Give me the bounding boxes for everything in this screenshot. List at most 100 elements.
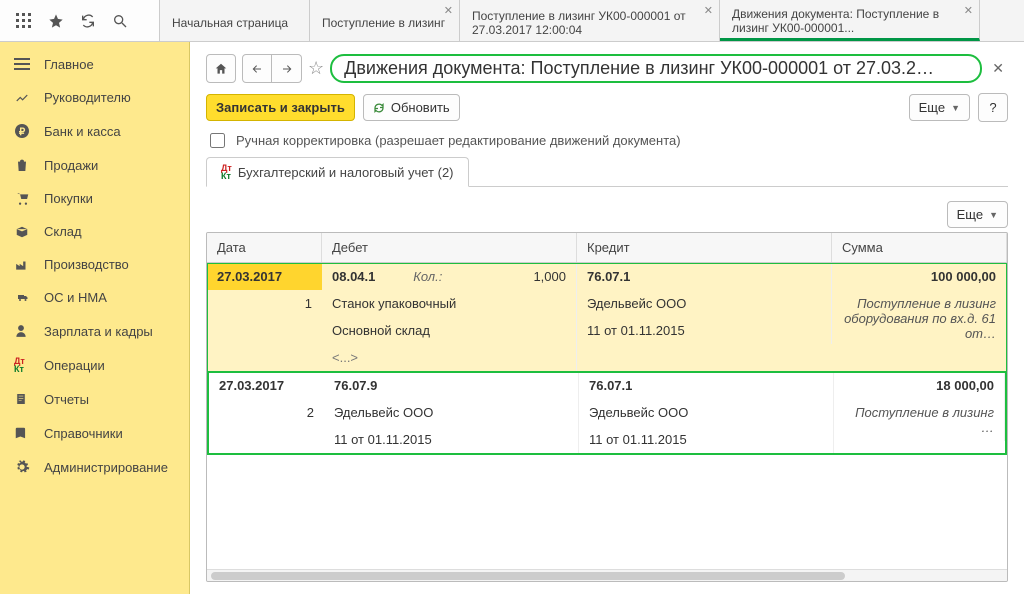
manual-correction-label: Ручная корректировка (разрешает редактир…: [236, 133, 681, 148]
dtk-icon: ДтКт: [221, 164, 232, 180]
credit-account: 76.07.1: [579, 372, 834, 399]
menu-icon: [14, 58, 32, 72]
main-tab-0[interactable]: Начальная страница: [160, 0, 310, 41]
sidebar-item-label: Зарплата и кадры: [44, 324, 153, 339]
sidebar-item-2[interactable]: ₽ Банк и касса: [0, 114, 189, 148]
debit-line: Станок упаковочный: [322, 290, 577, 317]
accounting-tab-label: Бухгалтерский и налоговый учет (2): [238, 165, 454, 180]
credit-account: 76.07.1: [577, 263, 832, 290]
sidebar-item-10[interactable]: Отчеты: [0, 382, 189, 416]
dtk-icon: ДтКт: [14, 357, 32, 373]
box-icon: [14, 225, 32, 239]
sidebar-item-label: Главное: [44, 57, 94, 72]
sidebar-item-label: Покупки: [44, 191, 93, 206]
table-more-label: Еще: [957, 207, 983, 222]
tab-close-icon[interactable]: ✕: [444, 4, 453, 17]
search-icon[interactable]: [112, 13, 128, 29]
horizontal-scrollbar[interactable]: [207, 569, 1007, 581]
sidebar-item-8[interactable]: Зарплата и кадры: [0, 314, 189, 348]
sidebar-item-0[interactable]: Главное: [0, 48, 189, 81]
sidebar-item-11[interactable]: Справочники: [0, 416, 189, 450]
debit-account: 08.04.1: [332, 269, 375, 284]
col-credit[interactable]: Кредит: [577, 233, 832, 262]
entry-date: 27.03.2017: [209, 372, 324, 399]
entry-note: Поступление в лизинг оборудования по вх.…: [832, 290, 1007, 347]
entry-sum: 100 000,00: [832, 263, 1007, 290]
favorite-star-icon[interactable]: ☆: [308, 58, 324, 79]
sidebar-item-5[interactable]: Склад: [0, 215, 189, 248]
debit-line: Основной склад: [322, 317, 577, 344]
entry-number: 1: [207, 290, 322, 317]
table-row[interactable]: 27.03.2017108.04.1Кол.:1,000Станок упако…: [207, 263, 1007, 372]
col-sum[interactable]: Сумма: [832, 233, 1007, 262]
truck-icon: [14, 292, 32, 304]
debit-line: <...>: [322, 344, 577, 371]
star-icon[interactable]: [48, 13, 64, 29]
history-icon[interactable]: [80, 13, 96, 29]
sidebar-item-label: Продажи: [44, 158, 98, 173]
sidebar-item-9[interactable]: ДтКт Операции: [0, 348, 189, 382]
credit-line: 11 от 01.11.2015: [579, 426, 834, 453]
back-button[interactable]: [242, 54, 272, 83]
save-close-button[interactable]: Записать и закрыть: [206, 94, 355, 121]
forward-button[interactable]: [272, 54, 302, 83]
sidebar-item-3[interactable]: Продажи: [0, 148, 189, 182]
ruble-icon: ₽: [14, 123, 32, 139]
report-icon: [14, 391, 32, 407]
table-row[interactable]: 27.03.20172 76.07.9 Эдельвейс ООО11 от 01.…: [207, 372, 1007, 455]
sidebar-item-label: Администрирование: [44, 460, 168, 475]
entry-number: 2: [209, 399, 324, 426]
tab-close-icon[interactable]: ✕: [704, 4, 713, 17]
col-date[interactable]: Дата: [207, 233, 322, 262]
bag-icon: [14, 157, 32, 173]
sidebar-item-label: Банк и касса: [44, 124, 121, 139]
factory-icon: [14, 258, 32, 272]
refresh-label: Обновить: [391, 100, 450, 115]
credit-line: Эдельвейс ООО: [577, 290, 832, 317]
refresh-button[interactable]: Обновить: [363, 94, 460, 121]
sidebar-item-1[interactable]: Руководителю: [0, 81, 189, 114]
manual-correction-checkbox[interactable]: [210, 133, 225, 148]
manual-correction-row: Ручная корректировка (разрешает редактир…: [206, 130, 1008, 151]
main-tab-3[interactable]: Движения документа: Поступление в лизинг…: [720, 0, 980, 41]
debit-line: Эдельвейс ООО: [324, 399, 579, 426]
tab-label: Движения документа: Поступление в лизинг…: [732, 7, 967, 35]
sidebar-item-label: Операции: [44, 358, 105, 373]
sidebar-item-label: Руководителю: [44, 90, 131, 105]
page-title: Движения документа: Поступление в лизинг…: [330, 54, 982, 83]
table-more-button[interactable]: Еще ▼: [947, 201, 1008, 228]
sidebar-item-label: Склад: [44, 224, 82, 239]
sidebar-item-label: Отчеты: [44, 392, 89, 407]
home-button[interactable]: [206, 54, 236, 83]
main-tab-1[interactable]: Поступление в лизинг✕: [310, 0, 460, 41]
sidebar-item-12[interactable]: Администрирование: [0, 450, 189, 484]
tab-label: Поступление в лизинг: [322, 16, 445, 30]
more-button[interactable]: Еще ▼: [909, 94, 970, 121]
entries-table: Дата Дебет Кредит Сумма 27.03.2017 1 08.04…: [206, 232, 1008, 582]
chart-icon: [14, 91, 32, 105]
debit-qty-label: Кол.:: [413, 269, 468, 284]
entry-note: Поступление в лизинг …: [834, 399, 1005, 441]
tab-label: Начальная страница: [172, 16, 288, 30]
apps-icon[interactable]: [16, 13, 32, 29]
debit-qty: 1,000: [506, 269, 566, 284]
tab-label: Поступление в лизинг УК00-000001 от 27.0…: [472, 9, 707, 37]
sidebar-item-4[interactable]: Покупки: [0, 182, 189, 215]
sidebar-item-label: Производство: [44, 257, 129, 272]
more-label: Еще: [919, 100, 945, 115]
close-button[interactable]: ✕: [988, 60, 1008, 77]
debit-line: 11 от 01.11.2015: [324, 426, 579, 453]
debit-account: 76.07.9: [334, 378, 377, 393]
credit-line: Эдельвейс ООО: [579, 399, 834, 426]
person-icon: [14, 323, 32, 339]
col-debit[interactable]: Дебет: [322, 233, 577, 262]
book-icon: [14, 425, 32, 441]
tab-close-icon[interactable]: ✕: [964, 4, 973, 17]
sidebar-item-6[interactable]: Производство: [0, 248, 189, 281]
sidebar-item-7[interactable]: ОС и НМА: [0, 281, 189, 314]
help-button[interactable]: ?: [978, 93, 1008, 122]
main-tab-2[interactable]: Поступление в лизинг УК00-000001 от 27.0…: [460, 0, 720, 41]
accounting-tab[interactable]: ДтКт Бухгалтерский и налоговый учет (2): [206, 157, 469, 187]
entry-sum: 18 000,00: [834, 372, 1005, 399]
sidebar-item-label: ОС и НМА: [44, 290, 107, 305]
